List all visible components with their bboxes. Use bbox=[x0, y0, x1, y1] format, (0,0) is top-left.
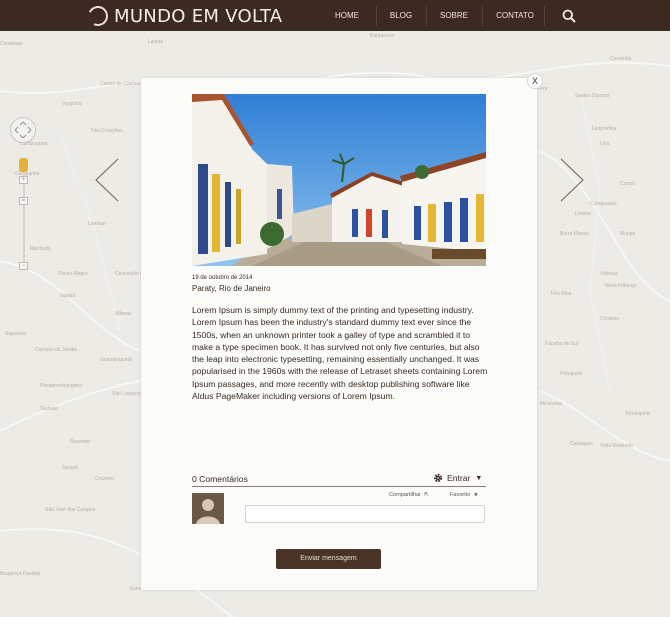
map-town-label: Jacareí bbox=[62, 465, 79, 471]
nav-divider bbox=[426, 6, 427, 26]
user-placeholder-icon bbox=[192, 493, 224, 524]
login-label: Entrar bbox=[447, 473, 471, 483]
favorite-link[interactable]: Favorito ★ bbox=[450, 492, 478, 498]
map-town-label: Alfenas bbox=[115, 311, 132, 317]
map-town-label: Lambari bbox=[88, 221, 107, 227]
login-dropdown[interactable]: Entrar ▼ bbox=[433, 473, 482, 483]
share-link[interactable]: Compartilhar ⇱ bbox=[389, 492, 429, 498]
nav-divider bbox=[376, 6, 377, 26]
post-date: 19 de outubro de 2014 bbox=[192, 275, 253, 281]
search-icon[interactable] bbox=[562, 9, 576, 23]
map-town-label: Campos do Jordão bbox=[35, 347, 78, 353]
map-town-label: Varginha bbox=[62, 101, 82, 107]
nav-divider bbox=[482, 6, 483, 26]
map-town-label: Miracema bbox=[540, 401, 562, 407]
map-town-label: Taubaté bbox=[40, 406, 58, 412]
comment-input[interactable] bbox=[245, 505, 485, 523]
star-icon: ★ bbox=[471, 492, 479, 498]
nav-home[interactable]: HOME bbox=[330, 0, 364, 31]
zoom-in-button[interactable]: + bbox=[19, 176, 28, 184]
map-town-label: Cruzeiro bbox=[95, 476, 114, 482]
map-town-label: Cantagalo bbox=[570, 441, 593, 447]
map-town-label: Barra Mansa bbox=[560, 231, 589, 237]
logo-text: MUNDO EM VOLTA bbox=[114, 5, 283, 27]
logo-ring-icon bbox=[85, 3, 111, 29]
map-town-label: Paraíba do Sul bbox=[545, 341, 579, 347]
nav-divider bbox=[544, 6, 545, 26]
pegman-icon[interactable] bbox=[19, 158, 28, 172]
map-town-label: Machado bbox=[30, 246, 51, 252]
map-town-label: Pouso Alegre bbox=[58, 271, 88, 277]
favorite-label: Favorito bbox=[450, 492, 471, 498]
map-town-label: Itajubá bbox=[60, 293, 76, 299]
nav-blog[interactable]: BLOG bbox=[386, 0, 416, 31]
map-town-label: Sapucaia bbox=[5, 331, 26, 337]
comments-count: 0 Comentários bbox=[192, 474, 248, 484]
close-button[interactable]: X bbox=[527, 73, 543, 89]
map-town-label: Barbacena bbox=[370, 33, 395, 39]
previous-arrow-icon[interactable] bbox=[94, 157, 122, 203]
map-town-label: Cordeiro bbox=[600, 316, 620, 322]
map-town-label: Petrópolis bbox=[560, 371, 583, 377]
map-town-label: Carmo de Cachoeira bbox=[100, 81, 147, 87]
map-town-label: Caxambu bbox=[610, 56, 632, 62]
gear-icon bbox=[433, 473, 443, 483]
map-town-label: São Lourenço bbox=[112, 391, 144, 397]
nav-contato[interactable]: CONTATO bbox=[494, 0, 536, 31]
map-pan-control[interactable] bbox=[10, 117, 36, 143]
send-message-button[interactable]: Enviar mensagem bbox=[276, 549, 381, 569]
pan-arrows-icon bbox=[14, 121, 32, 139]
map-town-label: Cataguases bbox=[590, 201, 617, 207]
map-town-label: Lorena bbox=[575, 211, 591, 217]
avatar bbox=[192, 493, 224, 524]
nav-sobre[interactable]: SOBRE bbox=[437, 0, 471, 31]
map-town-label: Campinas bbox=[0, 41, 23, 47]
map-town-label: Lavras bbox=[148, 39, 164, 45]
map-town-label: Teresópolis bbox=[625, 411, 651, 417]
map-town-label: Três Corações bbox=[90, 128, 123, 134]
map-town-label: Pindamonhangaba bbox=[40, 383, 82, 389]
top-navbar: MUNDO EM VOLTA HOME BLOG SOBRE CONTATO bbox=[0, 0, 670, 31]
zoom-handle[interactable]: = bbox=[19, 197, 28, 205]
share-label: Compartilhar bbox=[389, 492, 422, 498]
map-town-label: Resende bbox=[70, 439, 91, 445]
comments-divider bbox=[192, 486, 486, 487]
map-town-label: Guaratinguetá bbox=[100, 357, 132, 363]
map-town-label: Volta Redonda bbox=[600, 443, 633, 449]
map-town-label: São José dos Campos bbox=[45, 507, 96, 513]
post-body: Lorem Ipsum is simply dummy text of the … bbox=[192, 305, 488, 402]
paraty-street-image bbox=[192, 94, 486, 266]
chevron-down-icon: ▼ bbox=[475, 474, 483, 482]
zoom-out-button[interactable]: − bbox=[19, 262, 28, 270]
map-town-label: Carmo bbox=[620, 181, 636, 187]
map-town-label: Nova Friburgo bbox=[605, 283, 637, 289]
post-location: Paraty, Rio de Janeiro bbox=[192, 284, 271, 293]
map-town-label: Muriaé bbox=[620, 231, 636, 237]
map-town-label: Três Rios bbox=[550, 291, 572, 297]
map-town-label: Ubá bbox=[600, 141, 610, 147]
map-town-label: Bragança Paulista bbox=[0, 571, 41, 577]
map-town-label: Leopoldina bbox=[592, 126, 617, 132]
share-icon: ⇱ bbox=[422, 492, 429, 498]
map-town-label: Santos Dumont bbox=[575, 93, 610, 99]
map-town-label: Valença bbox=[600, 271, 618, 277]
next-arrow-icon[interactable] bbox=[557, 157, 585, 203]
post-photo bbox=[192, 94, 486, 266]
site-logo[interactable]: MUNDO EM VOLTA bbox=[85, 3, 283, 29]
